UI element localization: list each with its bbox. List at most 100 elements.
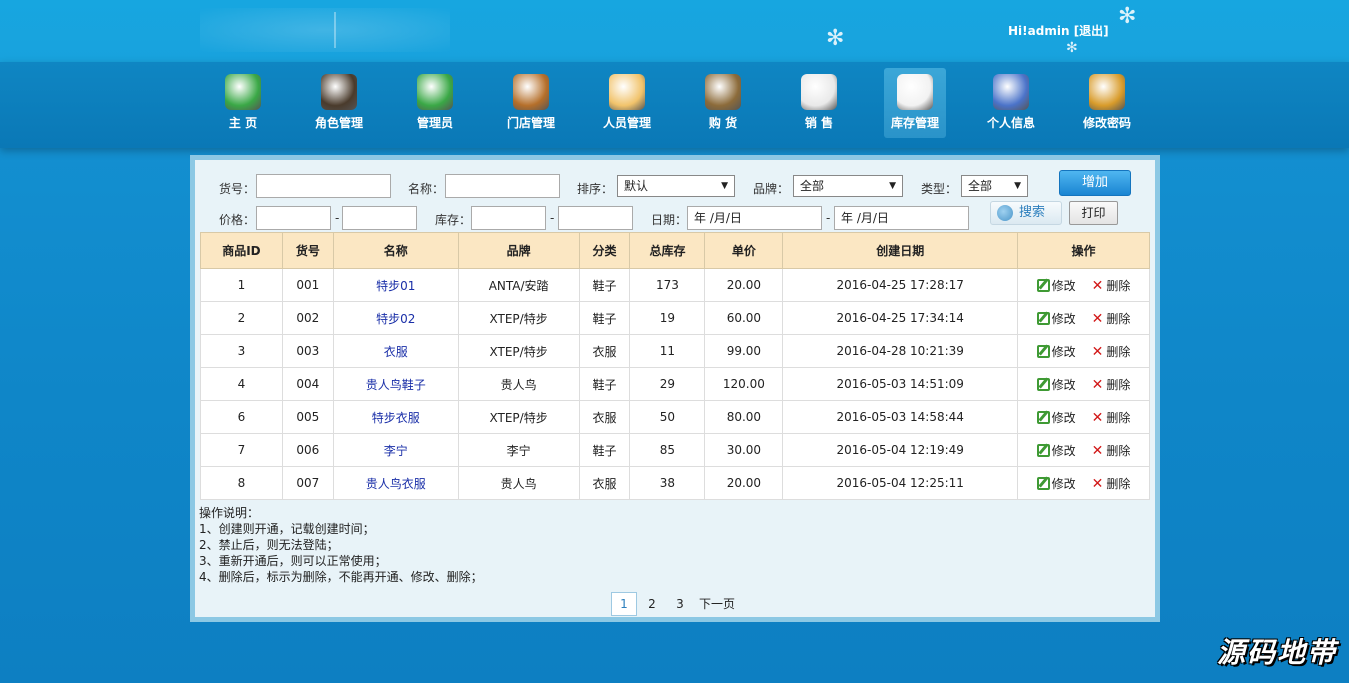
cell-id: 6 bbox=[200, 400, 283, 434]
search-button[interactable]: 搜索 bbox=[990, 201, 1062, 225]
admin-user-icon bbox=[417, 74, 453, 110]
cell-id: 3 bbox=[200, 334, 283, 368]
date-end-input[interactable]: 年 /月/日 bbox=[834, 206, 969, 230]
cell-name[interactable]: 李宁 bbox=[332, 433, 459, 467]
date-label: 日期： bbox=[651, 213, 688, 227]
edit-button[interactable]: 修改 bbox=[1036, 310, 1076, 327]
page-3-button[interactable]: 3 bbox=[667, 592, 693, 616]
price-max-input[interactable] bbox=[342, 206, 417, 230]
cell-sku: 005 bbox=[281, 400, 334, 434]
edit-button[interactable]: 修改 bbox=[1036, 442, 1076, 459]
cell-actions: 修改 ✕ 删除 bbox=[1017, 466, 1150, 500]
edit-button[interactable]: 修改 bbox=[1036, 475, 1076, 492]
edit-button[interactable]: 修改 bbox=[1036, 277, 1076, 294]
cell-name[interactable]: 特步02 bbox=[332, 301, 459, 335]
date-start-input[interactable]: 年 /月/日 bbox=[687, 206, 822, 230]
cell-name[interactable]: 特步01 bbox=[332, 268, 459, 302]
cell-stock: 173 bbox=[629, 268, 706, 302]
edit-button[interactable]: 修改 bbox=[1036, 376, 1076, 393]
delete-label: 删除 bbox=[1106, 344, 1131, 359]
delete-button[interactable]: ✕ 删除 bbox=[1092, 277, 1131, 294]
delete-x-icon: ✕ bbox=[1091, 475, 1104, 492]
nav-item-9[interactable]: 修改密码 bbox=[1076, 68, 1138, 138]
delete-x-icon: ✕ bbox=[1091, 277, 1104, 294]
nav-item-0[interactable]: 主 页 bbox=[212, 68, 274, 138]
cell-category: 衣服 bbox=[578, 466, 631, 500]
cell-brand: XTEP/特步 bbox=[457, 301, 580, 335]
brand-select-value: 全部 bbox=[800, 179, 825, 193]
add-button[interactable]: 增加 bbox=[1059, 170, 1131, 196]
nav-item-label: 销 售 bbox=[804, 116, 834, 130]
nav-item-label: 主 页 bbox=[228, 116, 258, 130]
cell-name[interactable]: 贵人鸟衣服 bbox=[332, 466, 459, 500]
dropdown-arrow-icon: ▼ bbox=[1014, 181, 1021, 191]
column-header: 创建日期 bbox=[782, 232, 1019, 269]
page-1-button[interactable]: 1 bbox=[611, 592, 637, 616]
note-line: 3、重新开通后，则可以正常使用； bbox=[199, 554, 387, 568]
delete-button[interactable]: ✕ 删除 bbox=[1092, 310, 1131, 327]
edit-button[interactable]: 修改 bbox=[1036, 343, 1076, 360]
note-line: 2、禁止后，则无法登陆； bbox=[199, 538, 339, 552]
clipboard-icon bbox=[705, 74, 741, 110]
next-page-button[interactable]: 下一页 bbox=[695, 592, 739, 616]
delete-button[interactable]: ✕ 删除 bbox=[1092, 442, 1131, 459]
brand-label: 品牌： bbox=[753, 182, 790, 196]
dandelion-decoration-icon: ✻ bbox=[1118, 4, 1137, 29]
cell-sku: 007 bbox=[281, 466, 334, 500]
edit-label: 修改 bbox=[1051, 377, 1076, 392]
cell-id: 7 bbox=[200, 433, 283, 467]
sku-input[interactable] bbox=[256, 174, 391, 198]
nav-item-4[interactable]: 人员管理 bbox=[596, 68, 658, 138]
date-placeholder: 年 /月/日 bbox=[841, 211, 889, 225]
home-icon bbox=[225, 74, 261, 110]
nav-item-1[interactable]: 角色管理 bbox=[308, 68, 370, 138]
dandelion-decoration-icon: ✻ bbox=[1066, 40, 1078, 56]
price-label: 价格： bbox=[219, 213, 256, 227]
nav-item-5[interactable]: 购 货 bbox=[692, 68, 754, 138]
delete-button[interactable]: ✕ 删除 bbox=[1092, 343, 1131, 360]
edit-label: 修改 bbox=[1051, 278, 1076, 293]
edit-icon bbox=[1036, 443, 1050, 457]
cell-actions: 修改 ✕ 删除 bbox=[1017, 433, 1150, 467]
delete-label: 删除 bbox=[1106, 377, 1131, 392]
edit-label: 修改 bbox=[1051, 476, 1076, 491]
cell-category: 衣服 bbox=[578, 334, 631, 368]
watermark-text: 源码地带 bbox=[1216, 636, 1337, 669]
price-min-input[interactable] bbox=[256, 206, 331, 230]
cell-sku: 004 bbox=[281, 367, 334, 401]
brand-select[interactable]: 全部 ▼ bbox=[793, 175, 903, 197]
cell-actions: 修改 ✕ 删除 bbox=[1017, 334, 1150, 368]
nav-item-3[interactable]: 门店管理 bbox=[500, 68, 562, 138]
cell-id: 2 bbox=[200, 301, 283, 335]
nav-item-2[interactable]: 管理员 bbox=[404, 68, 466, 138]
page-2-button[interactable]: 2 bbox=[639, 592, 665, 616]
delete-x-icon: ✕ bbox=[1091, 376, 1104, 393]
edit-icon bbox=[1036, 344, 1050, 358]
delete-button[interactable]: ✕ 删除 bbox=[1092, 475, 1131, 492]
name-input[interactable] bbox=[445, 174, 560, 198]
edit-button[interactable]: 修改 bbox=[1036, 409, 1076, 426]
cell-name[interactable]: 贵人鸟鞋子 bbox=[332, 367, 459, 401]
cell-name[interactable]: 特步衣服 bbox=[332, 400, 459, 434]
note-line: 4、删除后，标示为删除，不能再开通、修改、删除； bbox=[199, 570, 483, 584]
cell-category: 鞋子 bbox=[578, 268, 631, 302]
column-header: 分类 bbox=[578, 232, 631, 269]
print-button[interactable]: 打印 bbox=[1069, 201, 1118, 225]
delete-button[interactable]: ✕ 删除 bbox=[1092, 409, 1131, 426]
nav-item-7[interactable]: 库存管理 bbox=[884, 68, 946, 138]
stock-max-input[interactable] bbox=[558, 206, 633, 230]
nav-item-6[interactable]: 销 售 bbox=[788, 68, 850, 138]
delete-label: 删除 bbox=[1106, 443, 1131, 458]
edit-icon bbox=[1036, 377, 1050, 391]
cell-name[interactable]: 衣服 bbox=[332, 334, 459, 368]
logout-link[interactable]: [退出] bbox=[1074, 24, 1109, 38]
nav-item-label: 门店管理 bbox=[506, 116, 555, 130]
type-select[interactable]: 全部 ▼ bbox=[961, 175, 1028, 197]
cell-stock: 85 bbox=[629, 433, 706, 467]
nav-item-8[interactable]: 个人信息 bbox=[980, 68, 1042, 138]
cell-actions: 修改 ✕ 删除 bbox=[1017, 400, 1150, 434]
delete-button[interactable]: ✕ 删除 bbox=[1092, 376, 1131, 393]
stock-min-input[interactable] bbox=[471, 206, 546, 230]
cell-category: 衣服 bbox=[578, 400, 631, 434]
sort-select[interactable]: 默认 ▼ bbox=[617, 175, 735, 197]
